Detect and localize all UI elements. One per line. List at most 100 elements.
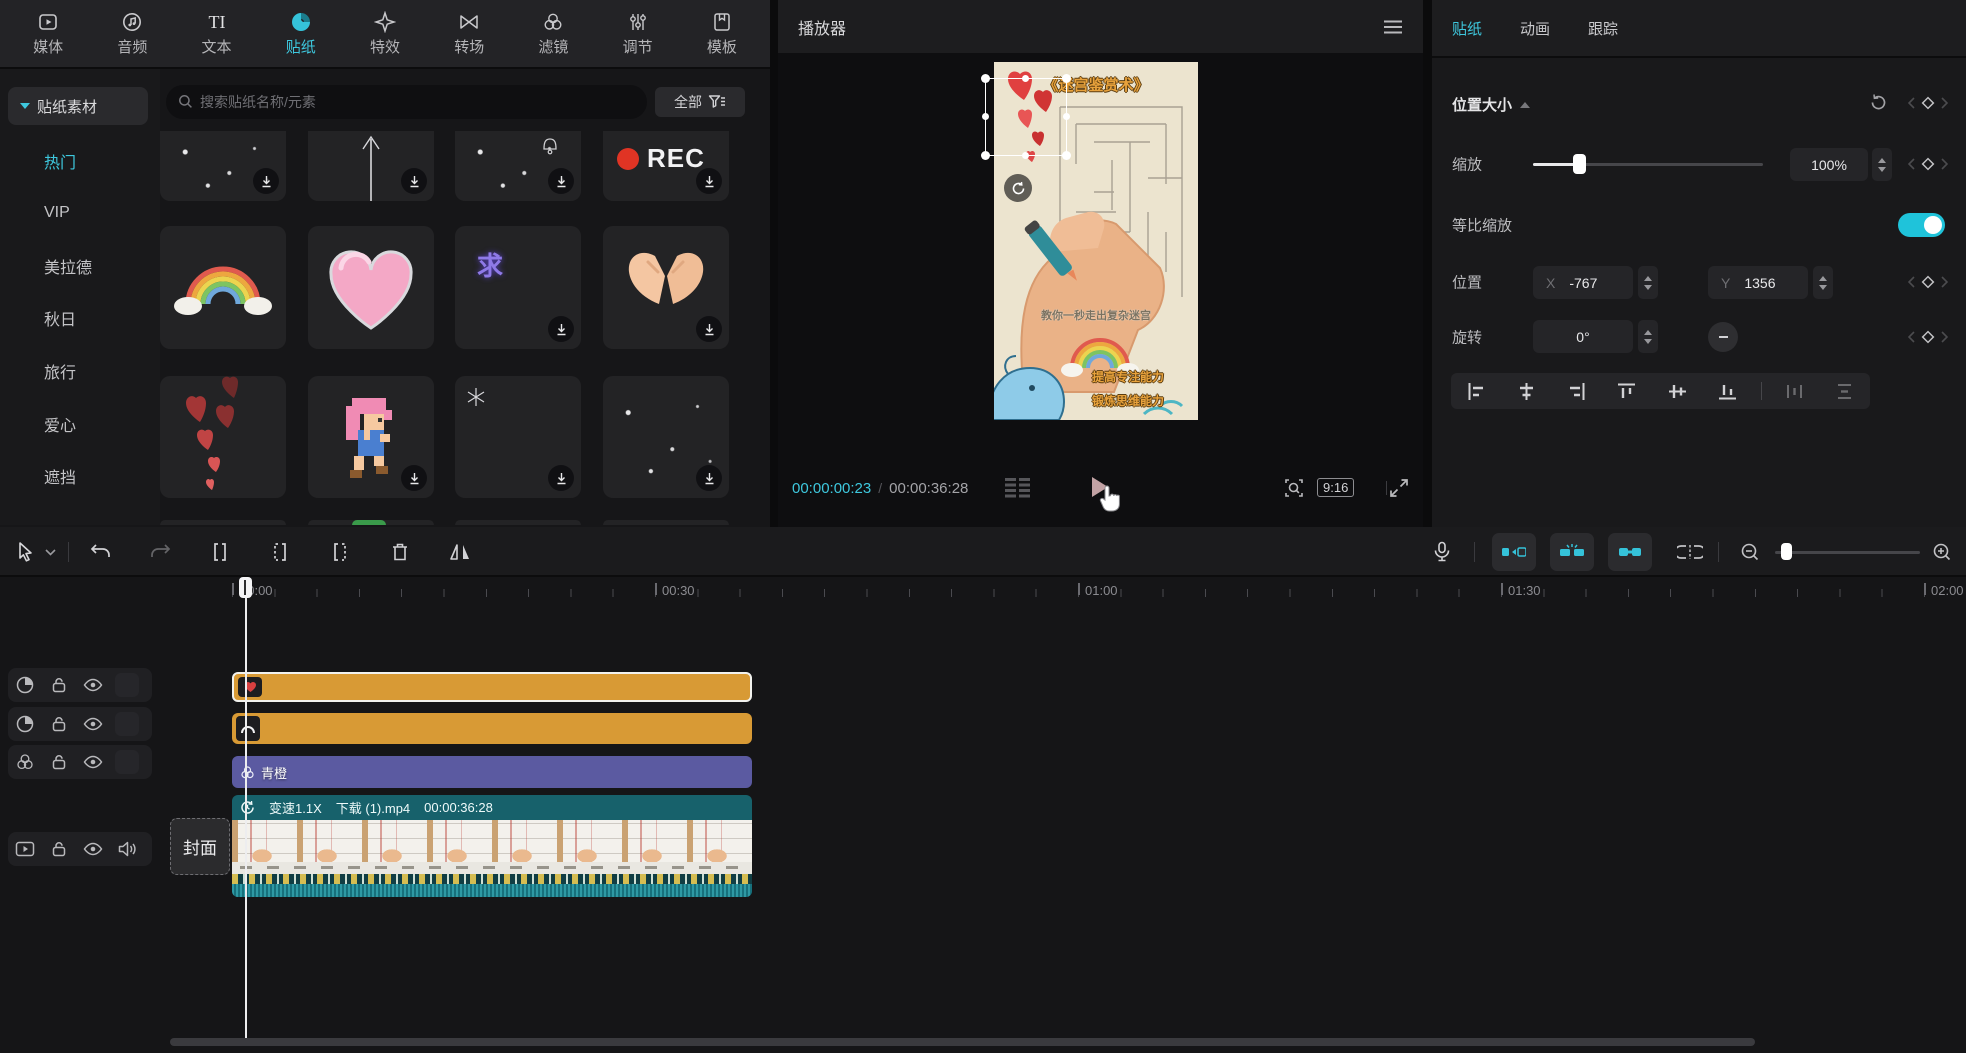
sticker-card-rec[interactable]: REC xyxy=(603,131,729,201)
keyframe-control[interactable] xyxy=(1908,156,1948,172)
toolbar-item-templates[interactable]: 模板 xyxy=(707,11,737,57)
prev-keyframe-icon[interactable] xyxy=(1908,331,1915,343)
lock-icon[interactable] xyxy=(42,715,76,733)
download-icon[interactable] xyxy=(401,168,427,194)
aspect-ratio-button[interactable]: 9:16 xyxy=(1317,478,1354,497)
record-voiceover-button[interactable] xyxy=(1424,534,1460,570)
align-top-button[interactable] xyxy=(1602,382,1652,401)
preview-axis-button[interactable] xyxy=(1672,534,1708,570)
filter-clip[interactable]: 青橙 xyxy=(232,756,752,788)
position-x-field[interactable]: X -767 xyxy=(1533,266,1633,299)
selection-handle[interactable] xyxy=(982,113,989,120)
sidebar-item-travel[interactable]: 旅行 xyxy=(44,359,76,383)
segment-list-icon[interactable] xyxy=(1005,478,1031,498)
auto-ripple-toggle[interactable] xyxy=(1550,533,1594,571)
align-bottom-button[interactable] xyxy=(1702,382,1752,401)
playhead-line[interactable] xyxy=(245,577,247,1039)
scale-slider-handle[interactable] xyxy=(1573,154,1586,174)
align-left-button[interactable] xyxy=(1451,382,1501,401)
toolbar-item-media[interactable]: 媒体 xyxy=(33,11,63,57)
player-menu-icon[interactable] xyxy=(1383,20,1403,34)
zoom-in-icon[interactable] xyxy=(1924,534,1960,570)
sidebar-item-love[interactable]: 爱心 xyxy=(44,412,76,436)
category-group-header[interactable]: 贴纸素材 xyxy=(8,87,148,125)
toolbar-item-audio[interactable]: 音频 xyxy=(117,11,147,57)
sidebar-item-autumn[interactable]: 秋日 xyxy=(44,306,76,330)
eye-icon[interactable] xyxy=(76,716,110,732)
sticker-card-rainbow[interactable] xyxy=(160,226,286,349)
toolbar-item-transitions[interactable]: 转场 xyxy=(454,11,484,57)
tab-animation[interactable]: 动画 xyxy=(1520,18,1550,39)
scale-stepper[interactable] xyxy=(1872,148,1892,181)
eye-icon[interactable] xyxy=(76,754,110,770)
tab-sticker[interactable]: 贴纸 xyxy=(1452,18,1482,39)
sidebar-item-hot[interactable]: 热门 xyxy=(44,149,76,173)
keyframe-diamond-icon[interactable] xyxy=(1920,274,1936,290)
lock-icon[interactable] xyxy=(42,676,76,694)
scale-value-field[interactable]: 100% xyxy=(1790,148,1868,181)
align-center-horizontal-button[interactable] xyxy=(1501,382,1551,401)
download-icon[interactable] xyxy=(253,168,279,194)
rotation-field[interactable]: 0° xyxy=(1533,320,1633,353)
sticker-clip-1[interactable] xyxy=(232,672,752,702)
sticker-card-bell-sparkles[interactable] xyxy=(455,131,581,201)
keyframe-control[interactable] xyxy=(1908,95,1948,111)
undo-button[interactable] xyxy=(82,534,118,570)
position-y-stepper[interactable] xyxy=(1813,266,1833,299)
prev-keyframe-icon[interactable] xyxy=(1908,276,1915,288)
rotation-dial[interactable] xyxy=(1708,322,1738,352)
download-icon[interactable] xyxy=(401,465,427,491)
download-icon[interactable] xyxy=(548,168,574,194)
next-keyframe-icon[interactable] xyxy=(1941,97,1948,109)
eye-icon[interactable] xyxy=(76,677,110,693)
timeline-zoom-slider[interactable] xyxy=(1775,551,1920,554)
redo-button[interactable] xyxy=(142,534,178,570)
align-right-button[interactable] xyxy=(1552,382,1602,401)
distribute-vertical-button[interactable] xyxy=(1820,382,1870,401)
sticker-clip-2[interactable] xyxy=(232,713,752,744)
mirror-flip-button[interactable] xyxy=(442,534,478,570)
uniform-scale-toggle[interactable] xyxy=(1898,213,1945,237)
prev-keyframe-icon[interactable] xyxy=(1908,97,1915,109)
fullscreen-icon[interactable] xyxy=(1388,477,1410,499)
selection-handle[interactable] xyxy=(1022,152,1029,159)
tab-tracking[interactable]: 跟踪 xyxy=(1588,18,1618,39)
lock-icon[interactable] xyxy=(42,753,76,771)
selection-handle[interactable] xyxy=(1062,74,1071,83)
keyframe-diamond-icon[interactable] xyxy=(1920,156,1936,172)
keyframe-control[interactable] xyxy=(1908,274,1948,290)
preview-quality-icon[interactable] xyxy=(1283,477,1305,499)
trim-right-button[interactable] xyxy=(322,534,358,570)
download-icon[interactable] xyxy=(548,316,574,342)
distribute-horizontal-button[interactable] xyxy=(1769,382,1819,401)
eye-icon[interactable] xyxy=(76,841,110,857)
toolbar-item-sticker[interactable]: 贴纸 xyxy=(286,11,316,57)
selection-handle[interactable] xyxy=(1063,113,1070,120)
keyframe-diamond-icon[interactable] xyxy=(1920,329,1936,345)
keyframe-diamond-icon[interactable] xyxy=(1920,95,1936,111)
sticker-card-star-dust[interactable] xyxy=(603,376,729,498)
sidebar-item-cover[interactable]: 遮挡 xyxy=(44,464,76,488)
selection-handle[interactable] xyxy=(1062,151,1071,160)
toolbar-item-filters[interactable]: 滤镜 xyxy=(538,11,568,57)
selection-handle[interactable] xyxy=(981,151,990,160)
sidebar-item-maillard[interactable]: 美拉德 xyxy=(44,254,92,278)
next-keyframe-icon[interactable] xyxy=(1941,276,1948,288)
sticker-card-glass-heart[interactable] xyxy=(308,226,434,349)
delete-button[interactable] xyxy=(382,534,418,570)
video-clip[interactable]: 变速1.1X 下载 (1).mp4 00:00:36:28 xyxy=(232,795,752,897)
prev-keyframe-icon[interactable] xyxy=(1908,158,1915,170)
cover-button[interactable]: 封面 xyxy=(170,818,230,875)
magnetic-snap-toggle[interactable] xyxy=(1492,533,1536,571)
download-icon[interactable] xyxy=(548,465,574,491)
position-y-field[interactable]: Y 1356 xyxy=(1708,266,1808,299)
next-keyframe-icon[interactable] xyxy=(1941,331,1948,343)
rotate-handle[interactable] xyxy=(1004,174,1032,202)
reset-icon[interactable] xyxy=(1869,93,1888,112)
sticker-card-firework[interactable] xyxy=(308,131,434,201)
playhead-handle[interactable] xyxy=(239,577,252,598)
select-tool-button[interactable] xyxy=(8,534,44,570)
sticker-card-tiny-sparkle[interactable] xyxy=(455,376,581,498)
selection-handle[interactable] xyxy=(981,74,990,83)
selection-handle[interactable] xyxy=(1022,75,1029,82)
